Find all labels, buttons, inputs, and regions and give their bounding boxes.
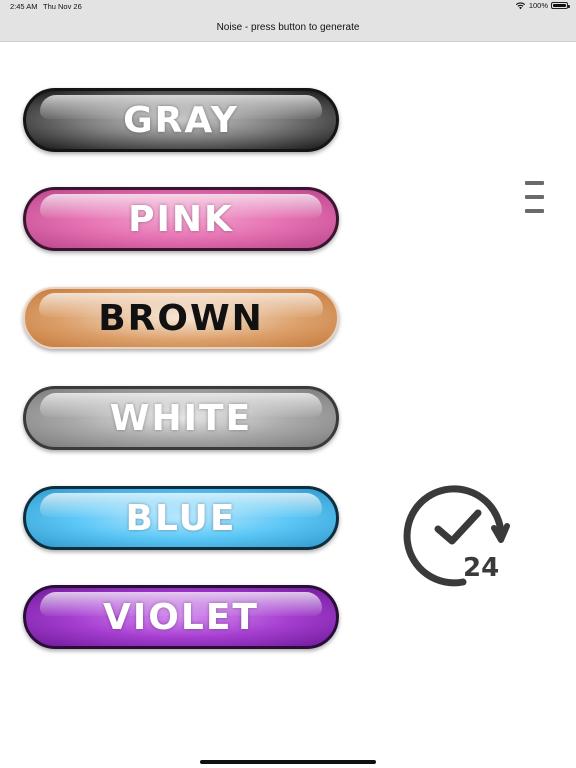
battery-icon [551, 2, 570, 9]
status-bar: 2:45 AM Thu Nov 26 100% [0, 0, 576, 14]
blue-noise-button[interactable]: BLUE [23, 486, 339, 550]
violet-noise-button[interactable]: VIOLET [23, 585, 339, 649]
status-time: 2:45 AM [10, 2, 38, 11]
blue-noise-label: BLUE [125, 497, 237, 539]
gray-noise-label: GRAY [123, 99, 239, 141]
brown-noise-label: BROWN [98, 297, 264, 339]
hamburger-menu-icon[interactable] [525, 181, 544, 213]
nav-title: Noise - press button to generate [216, 22, 360, 33]
pink-noise-button[interactable]: PINK [23, 187, 339, 251]
status-date: Thu Nov 26 [43, 2, 82, 11]
timer-24-label: 24 [463, 553, 500, 583]
gray-noise-button[interactable]: GRAY [23, 88, 339, 152]
white-noise-button[interactable]: WHITE [23, 386, 339, 450]
nav-bar: Noise - press button to generate [0, 14, 576, 42]
home-indicator [200, 760, 376, 764]
status-right: 100% [515, 1, 570, 10]
violet-noise-label: VIOLET [103, 596, 259, 638]
white-noise-label: WHITE [109, 397, 253, 439]
pink-noise-label: PINK [128, 198, 234, 240]
brown-noise-button[interactable]: BROWN [23, 287, 339, 349]
wifi-icon [515, 2, 525, 10]
battery-percent: 100% [528, 1, 548, 10]
clock-24h-icon[interactable] [400, 482, 522, 588]
